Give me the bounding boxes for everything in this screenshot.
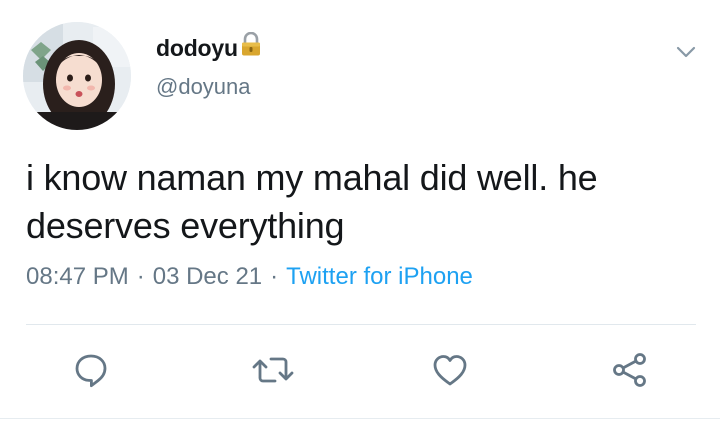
chevron-down-icon[interactable] [672,38,700,66]
avatar-image [23,22,131,130]
share-icon [613,353,646,387]
divider [26,324,696,325]
reply-button[interactable] [66,342,116,398]
tweet-time[interactable]: 08:47 PM [26,263,129,291]
tweet-card: dodoyu @doyuna i know naman my mahal did… [0,0,720,431]
tweet-source-link[interactable]: Twitter for iPhone [286,263,473,291]
bottom-border [0,418,720,419]
retweet-icon [252,357,294,383]
tweet-date[interactable]: 03 Dec 21 [153,263,262,291]
reply-icon [75,354,107,388]
meta-separator: · [136,263,145,290]
lock-icon [240,31,262,61]
avatar[interactable] [23,22,131,130]
user-handle[interactable]: @doyuna [156,74,251,100]
tweet-metadata: 08:47 PM · 03 Dec 21 · Twitter for iPhon… [26,263,473,291]
meta-separator: · [270,263,279,290]
heart-icon [433,355,467,386]
display-name-row: dodoyu [156,31,262,64]
like-button[interactable] [425,342,475,398]
action-bar [0,342,720,402]
retweet-button[interactable] [248,342,298,398]
share-button[interactable] [605,342,655,398]
tweet-text: i know naman my mahal did well. he deser… [26,157,598,246]
display-name[interactable]: dodoyu [156,35,238,62]
